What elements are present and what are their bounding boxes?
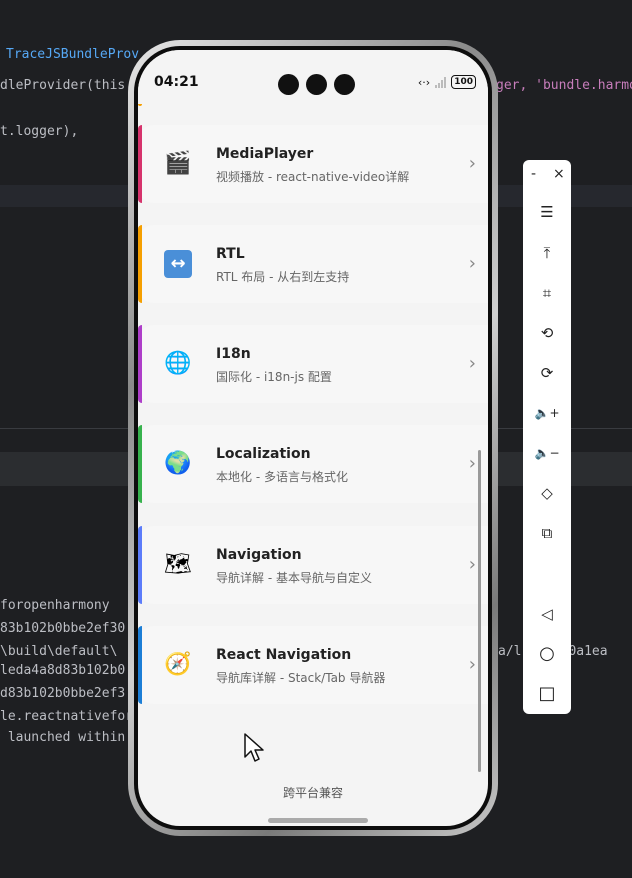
phone-bezel: 🎬 MediaPlayer 视频播放 - react-native-video详… bbox=[134, 46, 492, 830]
status-bar: 04:21 ‹·› 100 bbox=[138, 50, 488, 104]
scrollbar[interactable] bbox=[478, 450, 481, 772]
card-title: Navigation bbox=[216, 547, 302, 563]
rotate-left-icon[interactable]: ⟲ bbox=[523, 319, 571, 347]
arrow-glyph: ↔ bbox=[170, 253, 186, 274]
emulator-toolbar: - × ☰ ⤒ ⌗ ⟲ ⟳ 🔈+ 🔈− ◇ ⧉ ◁ ○ □ bbox=[523, 160, 571, 714]
chevron-right-icon: › bbox=[468, 654, 476, 675]
list-item-react-navigation[interactable]: 🧭 React Navigation 导航库详解 - Stack/Tab 导航器… bbox=[138, 626, 488, 704]
card-title: I18n bbox=[216, 346, 251, 362]
status-time: 04:21 bbox=[154, 74, 199, 90]
chevron-right-icon: › bbox=[468, 253, 476, 274]
status-icons: ‹·› 100 bbox=[418, 75, 476, 89]
card-title: React Navigation bbox=[216, 647, 352, 663]
ide-console-line: le.reactnativefor bbox=[0, 709, 134, 724]
card-accent-bar bbox=[138, 225, 142, 303]
multi-device-icon[interactable]: ⧉ bbox=[523, 519, 571, 547]
ide-console-line: launched within bbox=[0, 730, 126, 745]
phone-screen: 🎬 MediaPlayer 视频播放 - react-native-video详… bbox=[138, 50, 488, 826]
crop-icon[interactable]: ⌗ bbox=[523, 279, 571, 307]
ide-code-line: ger, 'bundle.harmo bbox=[496, 78, 632, 93]
card-subtitle: 本地化 - 多语言与格式化 bbox=[216, 470, 348, 484]
ide-code-text: dleProvider(this bbox=[0, 78, 126, 93]
card-subtitle: 视频播放 - react-native-video详解 bbox=[216, 170, 410, 184]
ide-code-line: t.logger), bbox=[0, 124, 79, 139]
footer-text: 跨平台兼容 bbox=[282, 786, 343, 800]
ide-console-line: \build\default\ bbox=[0, 644, 118, 659]
list-item-navigation[interactable]: 🗺 Navigation 导航详解 - 基本导航与自定义 › bbox=[138, 526, 488, 604]
close-button[interactable]: × bbox=[553, 166, 565, 182]
battery-icon: 100 bbox=[451, 75, 476, 89]
compass-icon: 🧭 bbox=[164, 652, 192, 677]
volume-up-icon[interactable]: 🔈+ bbox=[523, 399, 571, 427]
chevron-right-icon: › bbox=[468, 353, 476, 374]
left-right-arrow-icon: ↔ bbox=[164, 250, 192, 278]
card-accent-bar bbox=[138, 526, 142, 604]
mouse-cursor-icon bbox=[244, 733, 264, 762]
phone-frame: 🎬 MediaPlayer 视频播放 - react-native-video详… bbox=[128, 40, 498, 836]
card-subtitle: 导航详解 - 基本导航与自定义 bbox=[216, 571, 372, 585]
card-accent-bar bbox=[138, 626, 142, 704]
list-item-rtl[interactable]: ↔ RTL RTL 布局 - 从右到左支持 › bbox=[138, 225, 488, 303]
card-subtitle: 导航库详解 - Stack/Tab 导航器 bbox=[216, 671, 386, 685]
list-item-mediaplayer[interactable]: 🎬 MediaPlayer 视频播放 - react-native-video详… bbox=[138, 125, 488, 203]
list-item-localization[interactable]: 🌍 Localization 本地化 - 多语言与格式化 › bbox=[138, 425, 488, 503]
list-item-i18n[interactable]: 🌐 I18n 国际化 - i18n-js 配置 › bbox=[138, 325, 488, 403]
shake-icon[interactable]: ◇ bbox=[523, 479, 571, 507]
card-subtitle: RTL 布局 - 从右到左支持 bbox=[216, 270, 350, 284]
globe-meridians-icon: 🌐 bbox=[164, 351, 192, 376]
home-indicator[interactable] bbox=[268, 818, 368, 823]
chevron-right-icon: › bbox=[468, 554, 476, 575]
card-subtitle: 国际化 - i18n-js 配置 bbox=[216, 370, 332, 384]
ide-code-line: dleProvider(this bbox=[0, 78, 125, 93]
chevron-right-icon: › bbox=[468, 153, 476, 174]
card-accent-bar bbox=[138, 125, 142, 203]
camera-cutout bbox=[306, 74, 327, 95]
rotate-right-icon[interactable]: ⟳ bbox=[523, 359, 571, 387]
card-title: Localization bbox=[216, 446, 311, 462]
ide-console-line: leda4a8d83b102b0 bbox=[0, 663, 126, 678]
pin-top-icon[interactable]: ⤒ bbox=[523, 239, 571, 267]
menu-icon[interactable]: ☰ bbox=[523, 198, 571, 226]
earth-globe-icon: 🌍 bbox=[164, 451, 192, 476]
camera-cutout bbox=[334, 74, 355, 95]
minimize-button[interactable]: - bbox=[531, 166, 536, 182]
chevron-right-icon: › bbox=[468, 453, 476, 474]
card-accent-bar bbox=[138, 325, 142, 403]
back-icon[interactable]: ◁ bbox=[523, 600, 571, 628]
data-transfer-icon: ‹·› bbox=[417, 75, 431, 89]
signal-icon bbox=[435, 76, 447, 88]
clapper-icon: 🎬 bbox=[164, 151, 192, 176]
card-title: RTL bbox=[216, 246, 245, 262]
camera-cutout bbox=[278, 74, 299, 95]
card-title: MediaPlayer bbox=[216, 146, 314, 162]
map-icon: 🗺 bbox=[164, 552, 192, 577]
volume-down-icon[interactable]: 🔈− bbox=[523, 439, 571, 467]
card-accent-bar bbox=[138, 425, 142, 503]
recents-icon[interactable]: □ bbox=[523, 680, 571, 708]
ide-console-line: foropenharmony bbox=[0, 598, 110, 613]
ide-code-line: TraceJSBundleProv bbox=[6, 47, 140, 62]
home-icon[interactable]: ○ bbox=[523, 640, 571, 668]
ide-console-line: d83b102b0bbe2ef3 bbox=[0, 686, 126, 701]
ide-console-line: 83b102b0bbe2ef30 bbox=[0, 621, 126, 636]
